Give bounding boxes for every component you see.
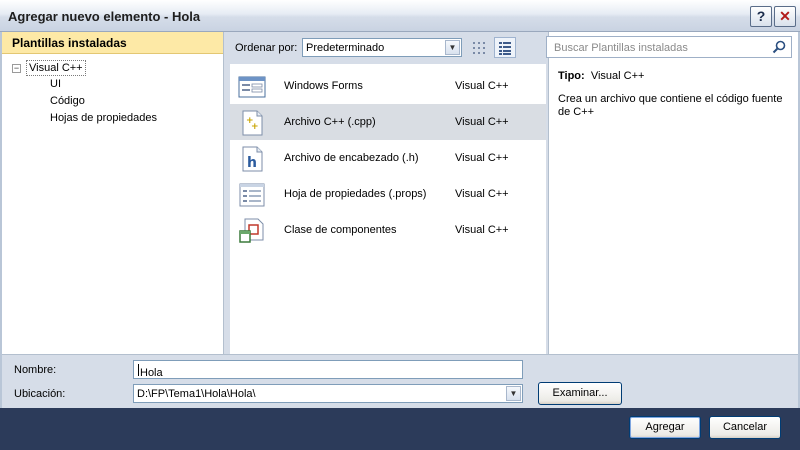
sort-dropdown-value: Predeterminado xyxy=(306,42,385,54)
location-value: D:\FP\Tema1\Hola\Hola\ xyxy=(137,388,256,400)
template-language: Visual C++ xyxy=(455,152,509,164)
installed-templates-header: Plantillas instaladas xyxy=(2,32,223,54)
help-button[interactable]: ? xyxy=(750,6,772,27)
installed-templates-panel: Plantillas instaladas − Visual C++ UI Có… xyxy=(2,32,224,354)
title-bar[interactable]: Agregar nuevo elemento - Hola ? ✕ xyxy=(0,0,800,32)
sort-dropdown[interactable]: Predeterminado ▼ xyxy=(302,38,462,57)
type-label: Tipo: xyxy=(558,70,585,82)
svg-text:h: h xyxy=(247,155,257,171)
svg-text:+: + xyxy=(251,122,259,132)
property-sheet-icon xyxy=(239,183,265,207)
template-language: Visual C++ xyxy=(455,80,509,92)
window-title: Agregar nuevo elemento - Hola xyxy=(8,9,201,24)
template-item-property-sheet[interactable]: Hoja de propiedades (.props) Visual C++ xyxy=(230,176,546,212)
text-caret xyxy=(138,364,139,377)
windows-forms-icon xyxy=(238,76,266,98)
header-file-icon: h xyxy=(242,146,263,172)
list-view-icon xyxy=(499,42,511,55)
small-icons-view-button[interactable] xyxy=(468,37,490,58)
templates-list-panel: Ordenar por: Predeterminado ▼ Windows Fo… xyxy=(226,32,548,354)
template-item-cpp-file[interactable]: + + Archivo C++ (.cpp) Visual C++ xyxy=(230,104,546,140)
name-field-value: Hola xyxy=(140,367,163,379)
tree-item-ui[interactable]: UI xyxy=(50,78,61,92)
add-button[interactable]: Agregar xyxy=(629,416,701,439)
template-language: Visual C++ xyxy=(455,188,509,200)
template-language: Visual C++ xyxy=(455,116,509,128)
template-name: Archivo de encabezado (.h) xyxy=(284,152,419,164)
browse-button[interactable]: Examinar... xyxy=(538,382,622,405)
sort-toolbar: Ordenar por: Predeterminado ▼ xyxy=(226,32,548,62)
template-item-component-class[interactable]: Clase de componentes Visual C++ xyxy=(230,212,546,248)
component-class-icon xyxy=(239,218,264,243)
small-icons-view-icon xyxy=(473,42,485,54)
collapse-icon[interactable]: − xyxy=(12,63,21,73)
type-value: Visual C++ xyxy=(590,70,645,82)
chevron-down-icon[interactable]: ▼ xyxy=(445,40,460,55)
tree-item-codigo[interactable]: Código xyxy=(50,95,85,109)
search-placeholder: Buscar Plantillas instaladas xyxy=(554,42,688,54)
list-view-button[interactable] xyxy=(494,37,516,58)
location-label: Ubicación: xyxy=(14,388,66,400)
sort-label: Ordenar por: xyxy=(235,42,298,54)
name-field[interactable]: Hola xyxy=(133,360,523,379)
close-button[interactable]: ✕ xyxy=(774,6,796,27)
tree-item-visual-cpp[interactable]: − Visual C++ xyxy=(12,60,86,76)
template-name: Hoja de propiedades (.props) xyxy=(284,188,427,200)
template-type: Tipo: Visual C++ xyxy=(558,70,644,82)
chevron-down-icon[interactable]: ▼ xyxy=(506,386,521,401)
cancel-button[interactable]: Cancelar xyxy=(709,416,781,439)
template-description: Crea un archivo que contiene el código f… xyxy=(558,93,783,118)
search-icon[interactable] xyxy=(771,39,787,55)
cpp-file-icon: + + xyxy=(242,110,263,136)
template-name: Windows Forms xyxy=(284,80,363,92)
search-input[interactable]: Buscar Plantillas instaladas xyxy=(546,36,792,58)
template-name: Archivo C++ (.cpp) xyxy=(284,116,376,128)
template-name: Clase de componentes xyxy=(284,224,397,236)
tree-item-label[interactable]: Visual C++ xyxy=(26,60,86,76)
template-language: Visual C++ xyxy=(455,224,509,236)
tree-item-hojas-de-propiedades[interactable]: Hojas de propiedades xyxy=(50,112,157,126)
template-item-header-file[interactable]: h Archivo de encabezado (.h) Visual C++ xyxy=(230,140,546,176)
location-dropdown[interactable]: D:\FP\Tema1\Hola\Hola\ ▼ xyxy=(133,384,523,403)
name-label: Nombre: xyxy=(14,364,57,376)
template-list: Windows Forms Visual C++ + + Archivo C++… xyxy=(230,64,546,354)
template-item-windows-forms[interactable]: Windows Forms Visual C++ xyxy=(230,68,546,104)
